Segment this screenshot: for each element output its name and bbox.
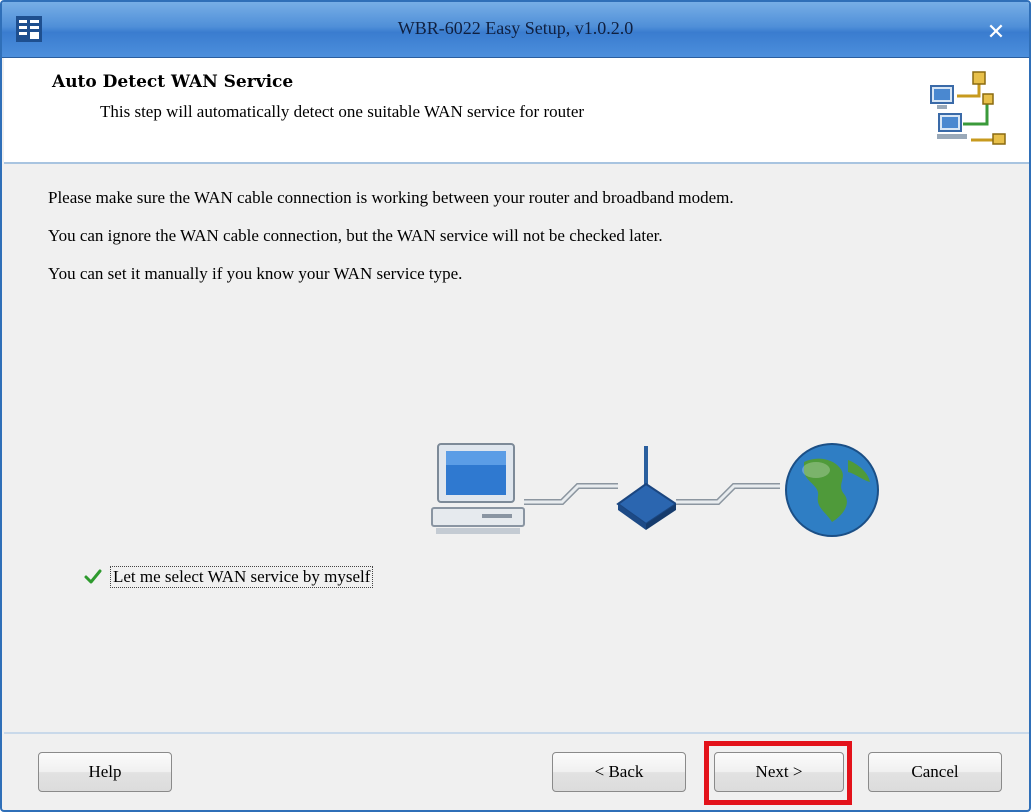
title-bar[interactable]: WBR-6022 Easy Setup, v1.0.2.0 ✕ [2, 2, 1029, 58]
computer-icon [431, 443, 525, 534]
network-setup-icon [917, 62, 1013, 154]
wizard-header: Auto Detect WAN Service This step will a… [4, 58, 1029, 164]
instruction-ignore: You can ignore the WAN cable connection,… [48, 226, 663, 245]
window-title: WBR-6022 Easy Setup, v1.0.2.0 [397, 18, 634, 38]
cancel-button[interactable]: Cancel [868, 752, 1002, 792]
instruction-cable: Please make sure the WAN cable connectio… [48, 188, 734, 207]
step-title: Auto Detect WAN Service [52, 72, 294, 92]
next-button-highlight [704, 741, 852, 805]
instructions: Please make sure the WAN cable connectio… [48, 188, 928, 302]
back-button[interactable]: < Back [552, 752, 686, 792]
help-button[interactable]: Help [38, 752, 172, 792]
router-icon [616, 446, 678, 530]
network-illustration [431, 443, 879, 537]
manual-select-label[interactable]: Let me select WAN service by myself [110, 566, 374, 588]
manual-select-option[interactable]: Let me select WAN service by myself [82, 564, 374, 590]
close-icon: ✕ [986, 19, 1006, 45]
globe-icon [785, 443, 879, 537]
footer-divider [4, 732, 1029, 734]
setup-wizard-window: WBR-6022 Easy Setup, v1.0.2.0 ✕ Auto Det… [0, 0, 1031, 812]
instruction-manual: You can set it manually if you know your… [48, 264, 463, 283]
check-icon[interactable] [82, 566, 104, 588]
step-subtitle: This step will automatically detect one … [100, 102, 585, 121]
close-button[interactable]: ✕ [971, 12, 1021, 52]
